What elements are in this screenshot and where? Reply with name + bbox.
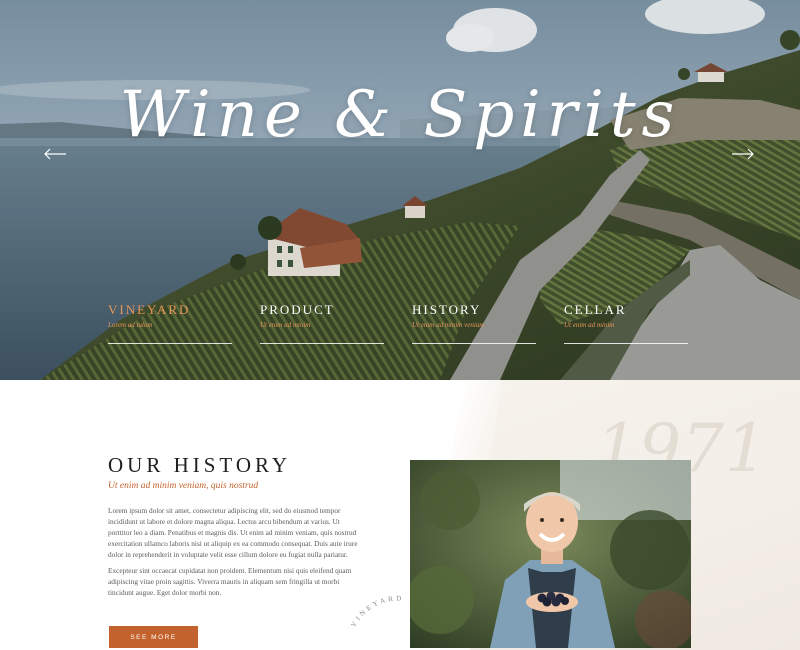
nav-item-sublabel: Ut enim ad minim xyxy=(260,321,311,329)
hero-title: Wine & Spirits xyxy=(119,78,681,152)
arrow-left-icon[interactable] xyxy=(42,144,68,164)
nav-item-sublabel: Ut enim ad minim veniam xyxy=(412,321,485,329)
hero-banner: Wine & Spirits Vineyard Lorem ad tulum P… xyxy=(0,0,800,380)
history-section: 1971 Our History Ut enim ad minim veniam… xyxy=(0,380,800,650)
history-title: Our History xyxy=(108,453,292,477)
nav-item-label: Vineyard xyxy=(108,302,191,317)
arrow-right-icon[interactable] xyxy=(730,144,756,164)
farmer-photo xyxy=(410,460,691,648)
nav-item-sublabel: Ut enim ad minim xyxy=(564,321,615,329)
nav-item-divider xyxy=(564,343,688,344)
nav-item-divider xyxy=(108,343,232,344)
nav-item-vineyard[interactable]: Vineyard Lorem ad tulum xyxy=(108,302,234,346)
hero-nav: Vineyard Lorem ad tulum Product Ut enim … xyxy=(108,302,692,346)
history-subtitle: Ut enim ad minim veniam, quis nostrud xyxy=(108,481,259,491)
stamp-text: VINEYARD xyxy=(349,594,401,628)
nav-item-label: Product xyxy=(260,302,335,317)
nav-item-divider xyxy=(412,343,536,344)
svg-text:VINEYARD: VINEYARD xyxy=(349,594,404,628)
nav-item-label: History xyxy=(412,302,482,317)
nav-item-product[interactable]: Product Ut enim ad minim xyxy=(260,302,386,346)
vineyard-stamp-badge: VINEYARD xyxy=(340,578,440,650)
see-more-button[interactable]: See more xyxy=(109,626,198,648)
nav-item-divider xyxy=(260,343,384,344)
history-paragraph: Excepteur sint occaecat cupidatat non pr… xyxy=(108,566,352,597)
nav-item-sublabel: Lorem ad tulum xyxy=(108,321,153,329)
nav-item-history[interactable]: History Ut enim ad minim veniam xyxy=(412,302,538,346)
nav-item-cellar[interactable]: Cellar Ut enim ad minim xyxy=(564,302,690,346)
history-paragraph: Lorem ipsum dolor sit amet, consectetur … xyxy=(108,506,358,559)
history-body: Lorem ipsum dolor sit amet, consectetur … xyxy=(108,505,360,603)
nav-item-label: Cellar xyxy=(564,302,627,317)
